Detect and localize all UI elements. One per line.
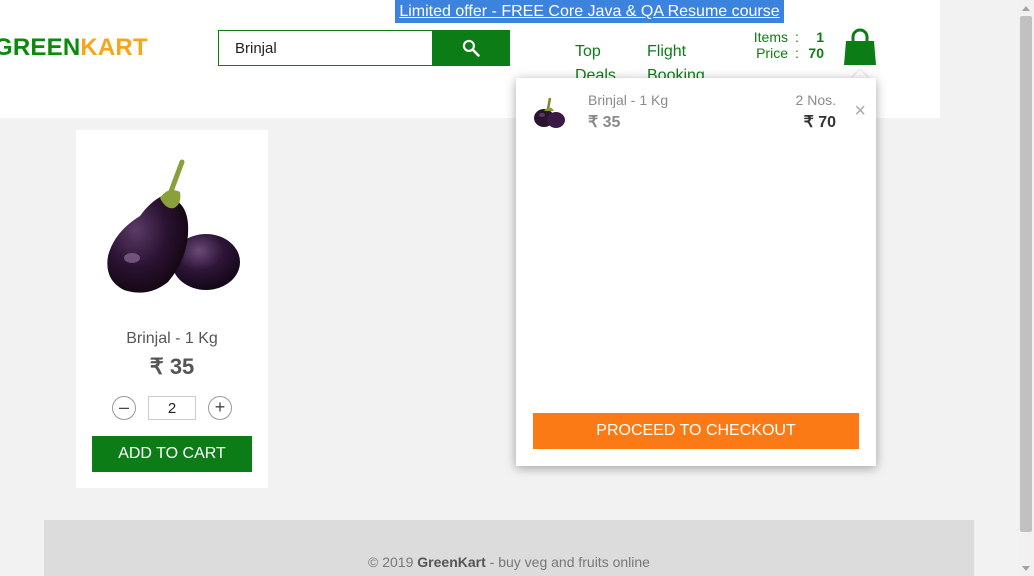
search-icon	[462, 39, 480, 57]
cart-item-total: ₹ 70	[803, 114, 836, 131]
eggplant-image	[107, 159, 240, 293]
close-icon[interactable]: ×	[854, 100, 866, 123]
cart-price-total: 70	[808, 45, 824, 61]
cart-preview: Brinjal - 1 Kg ₹ 35 2 Nos. ₹ 70 × PROCEE…	[516, 78, 876, 466]
offer-banner-link[interactable]: Limited offer - FREE Core Java & QA Resu…	[395, 0, 784, 23]
eggplant-thumbnail-image	[534, 97, 565, 128]
cart-item-quantity: 2 Nos.	[795, 92, 836, 108]
brand-logo-green: GREEN	[0, 34, 81, 61]
cart-item: Brinjal - 1 Kg ₹ 35 2 Nos. ₹ 70 ×	[530, 90, 866, 134]
cart-info: Items : 1 Price : 70	[740, 29, 830, 61]
cart-price-label: Price	[756, 45, 788, 61]
product-name: Brinjal - 1 Kg	[126, 330, 218, 347]
cart-bag-icon[interactable]	[842, 28, 878, 66]
decrement-button[interactable]: –	[112, 396, 136, 420]
scroll-up-arrow[interactable]	[1022, 6, 1030, 11]
product-card: Brinjal - 1 Kg ₹ 35 – + ADD TO CART	[76, 130, 268, 488]
cart-items-label: Items	[753, 29, 788, 45]
cart-items-separator: :	[795, 29, 799, 45]
cart-price-separator: :	[795, 45, 799, 61]
search-button[interactable]	[432, 30, 510, 66]
scroll-down-arrow[interactable]	[1022, 566, 1030, 571]
footer-brand: GreenKart	[417, 554, 486, 570]
cart-item-price: ₹ 35	[588, 114, 621, 131]
footer-tagline: - buy veg and fruits online	[485, 554, 650, 570]
proceed-to-checkout-button[interactable]: PROCEED TO CHECKOUT	[533, 413, 859, 449]
scroll-thumb[interactable]	[1020, 16, 1032, 532]
footer-copyright: © 2019	[368, 554, 418, 570]
product-price: ₹ 35	[149, 354, 195, 379]
cart-items-count: 1	[816, 29, 824, 45]
brand-logo: GREENKART	[0, 34, 148, 62]
brand-logo-orange: KART	[80, 34, 148, 61]
quantity-input[interactable]	[148, 396, 196, 420]
cart-item-name: Brinjal - 1 Kg	[588, 92, 669, 108]
add-to-cart-button[interactable]: ADD TO CART	[92, 436, 252, 472]
vertical-scrollbar[interactable]	[1018, 0, 1034, 576]
footer: © 2019 GreenKart - buy veg and fruits on…	[44, 520, 974, 576]
search-input[interactable]	[218, 30, 434, 66]
increment-button[interactable]: +	[208, 396, 232, 420]
